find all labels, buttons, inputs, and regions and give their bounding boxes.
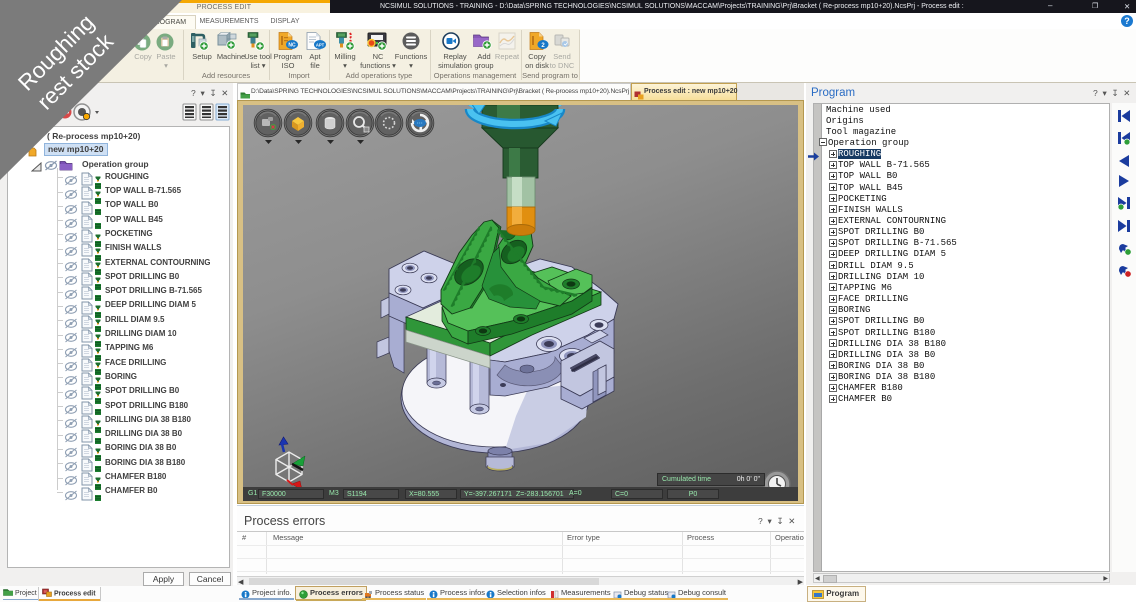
- svg-text:APT: APT: [316, 43, 325, 48]
- svg-text:NC: NC: [288, 43, 296, 49]
